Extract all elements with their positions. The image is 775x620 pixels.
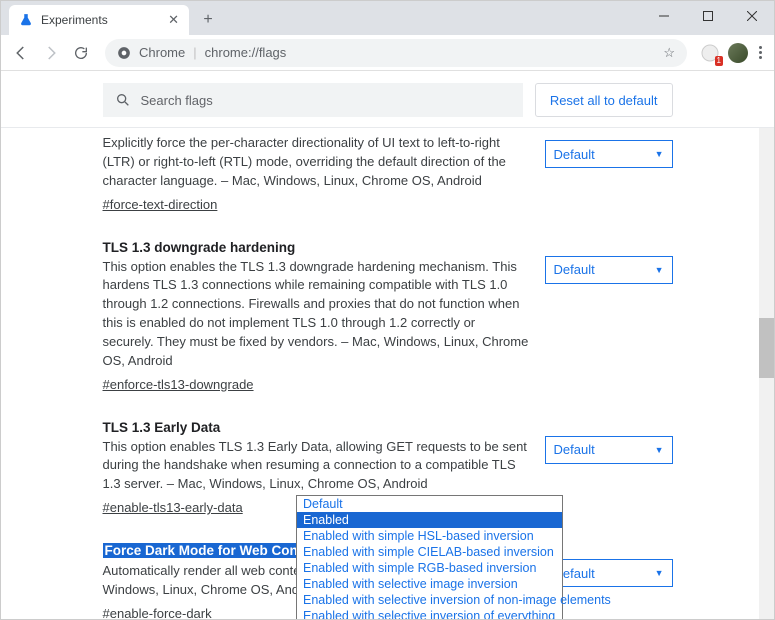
address-bar[interactable]: Chrome | chrome://flags ☆ [105,39,687,67]
titlebar: Experiments ✕ + [1,1,774,35]
flag-dropdown[interactable]: Default ▼ [545,559,673,587]
back-button[interactable] [9,41,33,65]
flag-title: TLS 1.3 downgrade hardening [103,240,529,255]
profile-avatar[interactable] [727,42,749,64]
scrollbar-thumb[interactable] [759,318,774,378]
dropdown-option[interactable]: Enabled with selective inversion of non-… [297,592,562,608]
dropdown-option[interactable]: Enabled with simple CIELAB-based inversi… [297,544,562,560]
omnibox-separator: | [193,45,196,60]
flag-description: Explicitly force the per-character direc… [103,134,529,191]
reset-all-button[interactable]: Reset all to default [535,83,673,117]
flag-anchor-link[interactable]: #enable-force-dark [103,606,212,619]
flag-description: This option enables TLS 1.3 Early Data, … [103,438,529,495]
nav-toolbar: Chrome | chrome://flags ☆ 1 [1,35,774,71]
flag-dropdown[interactable]: Default ▼ [545,256,673,284]
flag-dropdown-popup[interactable]: DefaultEnabledEnabled with simple HSL-ba… [296,495,563,619]
dropdown-option[interactable]: Enabled [297,512,562,528]
dropdown-option[interactable]: Enabled with simple HSL-based inversion [297,528,562,544]
new-tab-button[interactable]: + [195,7,221,33]
maximize-button[interactable] [686,1,730,31]
dropdown-value: Default [554,262,595,277]
omnibox-url: chrome://flags [205,45,287,60]
dropdown-option[interactable]: Enabled with selective image inversion [297,576,562,592]
window-controls [642,1,774,31]
dropdown-value: Default [554,442,595,457]
search-input[interactable] [139,92,511,109]
flag-anchor-link[interactable]: #enforce-tls13-downgrade [103,377,254,392]
bookmark-star-icon[interactable]: ☆ [663,45,675,61]
minimize-button[interactable] [642,1,686,31]
chevron-down-icon: ▼ [655,149,664,159]
forward-button[interactable] [39,41,63,65]
overflow-menu-icon[interactable] [755,46,766,59]
dropdown-option[interactable]: Enabled with simple RGB-based inversion [297,560,562,576]
reload-button[interactable] [69,41,93,65]
flag-anchor-link[interactable]: #enable-tls13-early-data [103,500,243,515]
omnibox-origin: Chrome [139,45,185,60]
dropdown-option[interactable]: Enabled with selective inversion of ever… [297,608,562,619]
flags-list-viewport: Explicitly force the per-character direc… [1,128,774,619]
dropdown-value: Default [554,147,595,162]
chevron-down-icon: ▼ [655,445,664,455]
flags-header: Reset all to default [1,71,774,128]
close-window-button[interactable] [730,1,774,31]
chrome-window: Experiments ✕ + Chrome | chrome://flags [0,0,775,620]
flag-dropdown[interactable]: Default ▼ [545,140,673,168]
flag-anchor-link[interactable]: #force-text-direction [103,197,218,212]
flag-description: This option enables the TLS 1.3 downgrad… [103,258,529,371]
chevron-down-icon: ▼ [655,265,664,275]
extension-icon[interactable]: 1 [699,42,721,64]
browser-tab[interactable]: Experiments ✕ [9,5,189,35]
flag-row: Explicitly force the per-character direc… [103,134,673,230]
tab-close-icon[interactable]: ✕ [168,12,179,28]
tab-title: Experiments [41,13,160,27]
search-flags-box[interactable] [103,83,523,117]
chevron-down-icon: ▼ [655,568,664,578]
flag-title: TLS 1.3 Early Data [103,420,529,435]
flask-icon [19,13,33,27]
scrollbar-track[interactable] [759,128,774,619]
extension-badge: 1 [715,56,723,66]
search-icon [115,92,131,108]
dropdown-option[interactable]: Default [297,496,562,512]
flag-dropdown[interactable]: Default ▼ [545,436,673,464]
chrome-icon [117,46,131,60]
flag-row: TLS 1.3 downgrade hardening This option … [103,230,673,410]
